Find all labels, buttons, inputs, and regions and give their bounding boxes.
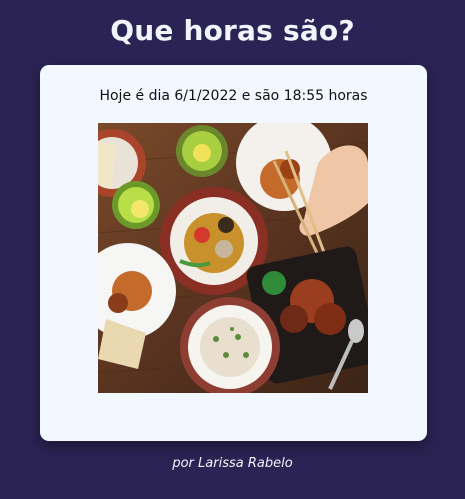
- author-credit: por Larissa Rabelo: [172, 456, 293, 471]
- food-photo: [98, 123, 368, 393]
- time-message: Hoje é dia 6/1/2022 e são 18:55 horas: [99, 88, 368, 104]
- page-title: Que horas são?: [110, 14, 355, 47]
- content-card: Hoje é dia 6/1/2022 e são 18:55 horas: [40, 65, 427, 441]
